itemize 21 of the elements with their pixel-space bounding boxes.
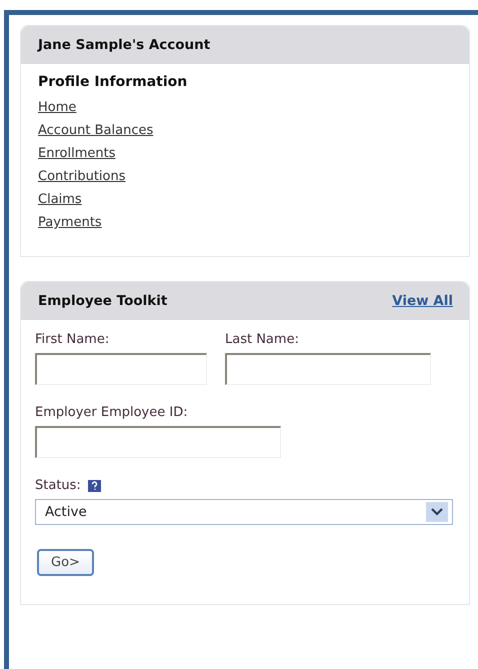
last-name-field[interactable] (225, 353, 431, 385)
help-icon[interactable] (88, 480, 101, 492)
nav-link[interactable]: Enrollments (38, 146, 116, 161)
nav-link[interactable]: Claims (38, 192, 82, 207)
field-label: First Name: (35, 332, 110, 347)
employee-id-field[interactable] (35, 426, 281, 458)
view-all-link[interactable]: View All (392, 293, 453, 309)
field-label: Last Name: (225, 332, 300, 347)
nav-link[interactable]: Account Balances (38, 123, 154, 138)
go-button[interactable]: Go> (37, 549, 94, 576)
section-heading: Profile Information (38, 74, 188, 90)
nav-link[interactable]: Payments (38, 215, 102, 230)
nav-link[interactable]: Home (38, 100, 76, 115)
chevron-icon (426, 502, 448, 522)
status-dropdown[interactable]: Active (35, 499, 453, 525)
field-label: Employer Employee ID: (35, 405, 189, 420)
nav-link[interactable]: Contributions (38, 169, 126, 184)
first-name-field[interactable] (35, 353, 207, 385)
field-label: Status: (35, 478, 81, 493)
panel-title: Employee Toolkit (38, 293, 168, 309)
panel-title: Jane Sample's Account (38, 37, 210, 53)
